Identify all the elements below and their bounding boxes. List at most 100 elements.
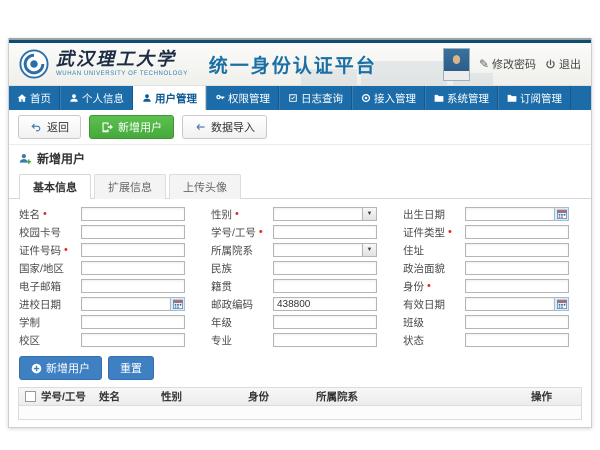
key-icon <box>215 93 225 103</box>
platform-title: 统一身份认证平台 <box>209 51 377 78</box>
table-empty-row <box>19 406 581 419</box>
address-input[interactable] <box>465 243 569 257</box>
gender-select[interactable] <box>273 207 362 221</box>
form-field: 证件号码• <box>19 243 197 257</box>
nav-item-access-management[interactable]: 接入管理 <box>352 86 425 110</box>
campus-input[interactable] <box>81 333 185 347</box>
col-department: 所属院系 <box>316 389 531 404</box>
form-field: 校区• <box>19 333 197 347</box>
select-all-checkbox[interactable] <box>25 391 36 402</box>
university-logo <box>19 49 49 79</box>
user-icon <box>69 93 79 103</box>
class-input[interactable] <box>465 315 569 329</box>
grade-input[interactable] <box>273 315 377 329</box>
home-icon <box>17 93 27 103</box>
app-header: 武汉理工大学 WUHAN UNIVERSITY OF TECHNOLOGY 统一… <box>9 43 591 86</box>
email-input[interactable] <box>81 279 185 293</box>
access-icon <box>361 93 371 103</box>
schooling-length-input[interactable] <box>81 315 185 329</box>
nav-item-system-management[interactable]: 系统管理 <box>425 86 498 110</box>
university-name-en: WUHAN UNIVERSITY OF TECHNOLOGY <box>56 71 188 77</box>
form-field: 住址• <box>403 243 581 257</box>
identity-input[interactable] <box>465 279 569 293</box>
form-field: 政治面貌• <box>403 261 581 275</box>
col-name: 姓名 <box>99 389 161 404</box>
status-input[interactable] <box>465 333 569 347</box>
form-field: 身份• <box>403 279 581 293</box>
back-arrow-icon <box>30 121 42 133</box>
nav-item-home[interactable]: 首页 <box>9 86 60 110</box>
id-number-input[interactable] <box>81 243 185 257</box>
form-field: 邮政编码• <box>211 297 389 311</box>
brand: 武汉理工大学 WUHAN UNIVERSITY OF TECHNOLOGY 统一… <box>19 49 377 79</box>
dropdown-arrow-icon[interactable]: ▼ <box>362 207 377 221</box>
enroll-date-input[interactable] <box>81 297 170 311</box>
data-import-button[interactable]: 数据导入 <box>182 115 267 139</box>
name-input[interactable] <box>81 207 185 221</box>
col-identity: 身份 <box>248 389 316 404</box>
form-actions: 新增用户 重置 <box>9 351 591 387</box>
form-field: 证件类型• <box>403 225 581 239</box>
form-field: 状态• <box>403 333 581 347</box>
subscribe-folder-icon <box>507 93 517 103</box>
form-field: 学制• <box>19 315 197 329</box>
tab-extended-info[interactable]: 扩展信息 <box>94 174 166 199</box>
tab-upload-photo[interactable]: 上传头像 <box>169 174 241 199</box>
calendar-icon[interactable] <box>554 207 569 221</box>
col-student-id: 学号/工号 <box>41 389 99 404</box>
form-field: 专业• <box>211 333 389 347</box>
table-header-row: 学号/工号 姓名 性别 身份 所属院系 操作 <box>19 388 581 406</box>
political-status-input[interactable] <box>465 261 569 275</box>
nav-item-permission-management[interactable]: 权限管理 <box>206 86 279 110</box>
add-user-button-top[interactable]: 新增用户 <box>89 115 174 139</box>
nav-item-log-query[interactable]: 日志查询 <box>279 86 352 110</box>
logout-link[interactable]: 退出 <box>545 56 581 72</box>
dropdown-arrow-icon[interactable]: ▼ <box>362 243 377 257</box>
import-arrow-icon <box>194 121 206 133</box>
user-table: 学号/工号 姓名 性别 身份 所属院系 操作 <box>18 387 582 420</box>
form-field: 民族• <box>211 261 389 275</box>
toolbar: 返回 新增用户 数据导入 <box>9 110 591 145</box>
submit-add-user-button[interactable]: 新增用户 <box>19 356 102 380</box>
university-name-cn: 武汉理工大学 <box>56 51 188 69</box>
postal-code-input[interactable] <box>273 297 377 311</box>
user-avatar <box>443 48 470 81</box>
department-select[interactable] <box>273 243 362 257</box>
add-file-icon <box>101 121 113 133</box>
reset-button[interactable]: 重置 <box>108 356 154 380</box>
tab-bar: 基本信息 扩展信息 上传头像 <box>9 169 591 199</box>
nav-item-subscription-management[interactable]: 订阅管理 <box>498 86 571 110</box>
add-user-icon <box>19 152 32 165</box>
form-field: 校园卡号• <box>19 225 197 239</box>
form-field: 年级• <box>211 315 389 329</box>
system-folder-icon <box>434 93 444 103</box>
tab-basic-info[interactable]: 基本信息 <box>19 174 91 199</box>
major-input[interactable] <box>273 333 377 347</box>
calendar-icon[interactable] <box>554 297 569 311</box>
birth-date-input[interactable] <box>465 207 554 221</box>
form-field: 进校日期• <box>19 297 197 311</box>
nav-item-user-management[interactable]: 用户管理 <box>133 86 206 110</box>
form-field: 籍贯• <box>211 279 389 293</box>
nav-item-personal-info[interactable]: 个人信息 <box>60 86 133 110</box>
users-icon <box>142 93 152 103</box>
form-field: 所属院系•▼ <box>211 243 389 257</box>
user-area: ✎ 修改密码 退出 <box>443 48 581 81</box>
power-icon <box>545 59 556 70</box>
pencil-icon: ✎ <box>479 58 489 70</box>
country-region-input[interactable] <box>81 261 185 275</box>
valid-date-input[interactable] <box>465 297 554 311</box>
form-field: 电子邮箱• <box>19 279 197 293</box>
app-window: 武汉理工大学 WUHAN UNIVERSITY OF TECHNOLOGY 统一… <box>8 38 592 428</box>
ethnicity-input[interactable] <box>273 261 377 275</box>
campus-card-input[interactable] <box>81 225 185 239</box>
back-button[interactable]: 返回 <box>18 115 81 139</box>
log-check-icon <box>288 93 298 103</box>
native-place-input[interactable] <box>273 279 377 293</box>
calendar-icon[interactable] <box>170 297 185 311</box>
change-password-link[interactable]: ✎ 修改密码 <box>479 56 536 72</box>
student-id-input[interactable] <box>273 225 377 239</box>
basic-info-form: 姓名• 性别•▼ 出生日期• 校园卡号• 学号/工号• 证件类型• 证件号码• … <box>9 199 591 351</box>
id-type-input[interactable] <box>465 225 569 239</box>
form-field: 班级• <box>403 315 581 329</box>
